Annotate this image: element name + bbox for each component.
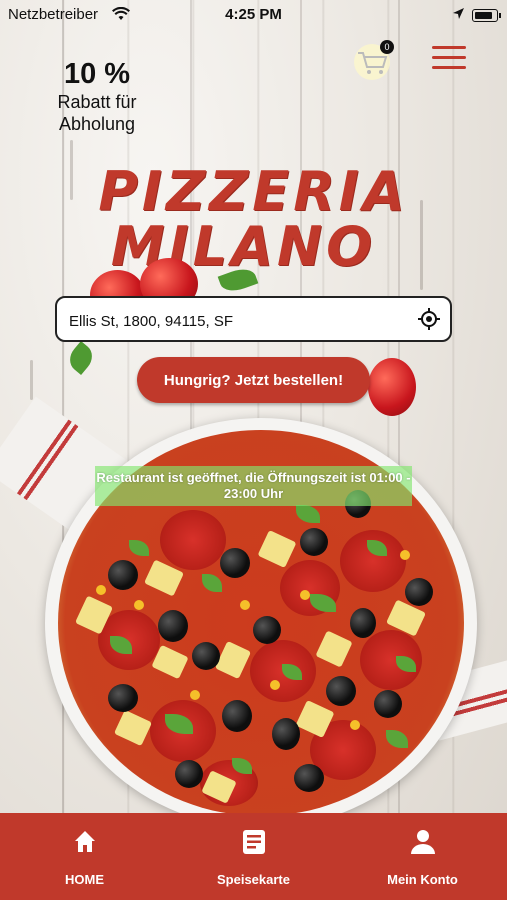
address-field[interactable] xyxy=(55,296,452,342)
tab-account[interactable]: Mein Konto xyxy=(338,813,507,900)
bottom-tab-bar: HOME Speisekarte Mein Konto xyxy=(0,813,507,900)
order-now-button[interactable]: Hungrig? Jetzt bestellen! xyxy=(137,357,370,403)
tab-home[interactable]: HOME xyxy=(0,813,169,900)
discount-text-line2: Abholung xyxy=(58,114,136,134)
discount-text-line1: Rabatt für xyxy=(57,92,137,112)
opening-hours-banner: Restaurant ist geöffnet, die Öffnungszei… xyxy=(95,466,412,506)
status-bar: Netzbetreiber 4:25 PM xyxy=(0,0,507,28)
cart-count-badge: 0 xyxy=(380,40,394,54)
discount-percent: 10 % xyxy=(63,58,131,90)
tab-home-label: HOME xyxy=(65,872,104,887)
cart-button[interactable]: 0 xyxy=(352,40,396,80)
hamburger-menu-button[interactable] xyxy=(432,46,468,72)
tab-menu-label: Speisekarte xyxy=(217,872,290,887)
menu-card-icon xyxy=(243,830,265,854)
logo-line2: MILANO xyxy=(110,215,377,278)
location-arrow-icon xyxy=(452,7,465,24)
logo-line1: PIZZERIA xyxy=(98,160,409,223)
user-icon xyxy=(411,830,435,854)
address-input[interactable] xyxy=(67,308,411,334)
home-icon xyxy=(75,831,95,852)
tomato-decoration xyxy=(368,358,416,416)
pickup-discount: 10 % Rabatt für Abholung xyxy=(36,58,158,135)
battery-icon xyxy=(472,9,501,22)
tab-menu[interactable]: Speisekarte xyxy=(169,813,338,900)
locate-me-icon[interactable] xyxy=(418,308,440,335)
wood-crack xyxy=(30,360,33,400)
clock: 4:25 PM xyxy=(225,6,282,23)
tab-account-label: Mein Konto xyxy=(387,872,458,887)
